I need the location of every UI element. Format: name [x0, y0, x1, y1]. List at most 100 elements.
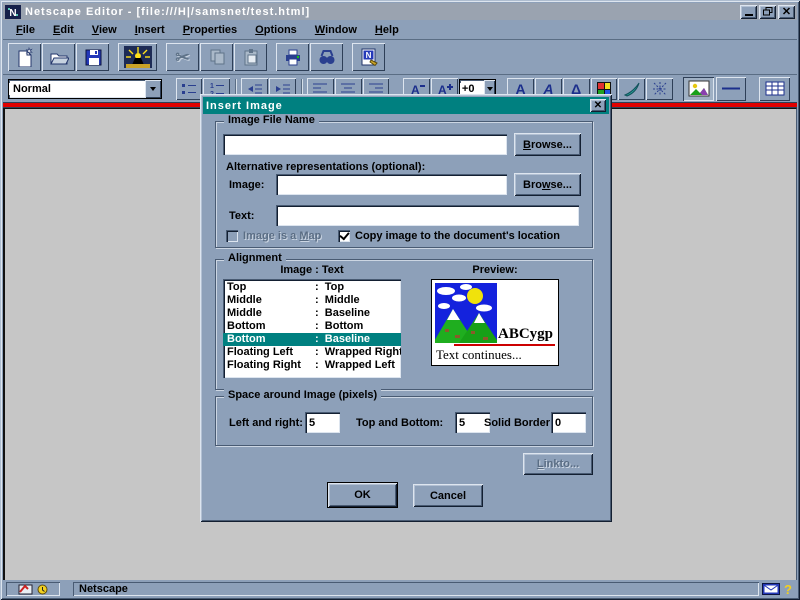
alignment-option[interactable]: Floating Right: Wrapped Left [223, 359, 401, 372]
alignment-option[interactable]: Top: Top [223, 281, 401, 294]
insert-horizontal-line-icon [720, 80, 742, 97]
space-legend: Space around Image (pixels) [224, 389, 381, 401]
status-doc-icon [18, 584, 33, 595]
bulleted-list-icon [180, 81, 198, 97]
restore-button[interactable] [759, 5, 776, 19]
menu-view[interactable]: View [83, 22, 126, 38]
window-titlebar: N Netscape Editor - [file:///H|/samsnet/… [3, 3, 797, 20]
alignment-listbox[interactable]: Top: Top Middle: Middle Middle: Baseline… [223, 279, 401, 378]
status-task-label: Netscape [79, 583, 128, 595]
cancel-button[interactable]: Cancel [413, 484, 483, 507]
paragraph-style-dropdown-button[interactable] [145, 80, 161, 98]
make-link-button[interactable] [618, 78, 645, 100]
insert-target-icon [651, 81, 669, 97]
alignment-legend: Alignment [224, 252, 286, 264]
insert-horizontal-line-button[interactable] [716, 77, 747, 101]
paragraph-style-combobox[interactable]: Normal [8, 79, 162, 99]
print-button[interactable] [276, 43, 309, 71]
solid-border-label: Solid Border: [484, 417, 554, 429]
find-binoculars-icon [317, 47, 337, 67]
alt-image-label: Image: [229, 179, 264, 191]
menu-properties[interactable]: Properties [174, 22, 246, 38]
status-clock-icon [36, 584, 49, 595]
copy-icon [207, 47, 227, 67]
image-map-checkbox[interactable]: Image is a Map [226, 230, 321, 242]
alignment-list-header: Image : Text [223, 264, 401, 276]
alignment-option[interactable]: Bottom: Bottom [223, 320, 401, 333]
alt-text-input[interactable] [276, 205, 579, 226]
minimize-icon [745, 14, 753, 16]
help-icon[interactable]: ? [784, 582, 792, 597]
menu-edit[interactable]: Edit [44, 22, 83, 38]
close-button[interactable]: ✕ [778, 5, 795, 19]
image-file-name-input[interactable] [223, 134, 507, 155]
paste-button[interactable] [234, 43, 267, 71]
menu-window[interactable]: Window [306, 22, 366, 38]
left-right-label: Left and right: [229, 417, 303, 429]
alignment-option[interactable]: Middle: Baseline [223, 307, 401, 320]
svg-text:N: N [365, 51, 371, 60]
bulleted-list-button[interactable] [176, 78, 203, 100]
alt-text-label: Text: [229, 210, 254, 222]
chevron-down-icon [487, 87, 493, 91]
restore-icon [763, 7, 773, 16]
save-button[interactable] [76, 43, 109, 71]
browse-button[interactable] [118, 43, 157, 71]
dialog-titlebar: Insert Image ✕ [203, 97, 609, 114]
font-size-value: +0 [460, 83, 484, 95]
paste-icon [241, 47, 261, 67]
browse-file-button[interactable]: Browse... [514, 133, 581, 156]
cut-button[interactable]: ✂ [166, 43, 199, 71]
menu-insert[interactable]: Insert [126, 22, 174, 38]
image-file-name-group: Image File Name Browse... Alternative re… [215, 121, 593, 248]
preview-baseline [454, 344, 555, 346]
open-file-button[interactable] [42, 43, 75, 71]
mail-icon[interactable] [762, 583, 780, 595]
find-button[interactable] [310, 43, 343, 71]
preview-sample-text: ABCygp [498, 326, 553, 343]
top-bottom-label: Top and Bottom: [356, 417, 443, 429]
alignment-option[interactable]: Middle: Middle [223, 294, 401, 307]
checkbox-box [338, 230, 350, 242]
alt-image-input[interactable] [276, 174, 507, 195]
close-icon: ✕ [782, 7, 791, 17]
alignment-option[interactable]: Bottom: Baseline [223, 333, 401, 346]
insert-table-button[interactable] [759, 77, 790, 101]
copy-button[interactable] [200, 43, 233, 71]
browse-alt-image-button[interactable]: Browse... [514, 173, 581, 196]
view-in-browser-button[interactable]: N [352, 43, 385, 71]
browse-lighthouse-icon [124, 46, 152, 68]
insert-target-button[interactable] [646, 78, 673, 100]
image-map-label: Image is a Map [243, 230, 321, 242]
insert-image-dialog: Insert Image ✕ Image File Name Browse...… [200, 94, 612, 522]
checkbox-box [226, 230, 238, 242]
menu-file[interactable]: File [7, 22, 44, 38]
dialog-title: Insert Image [206, 100, 283, 112]
insert-image-button[interactable] [683, 77, 714, 101]
open-file-icon [49, 47, 69, 67]
image-file-name-legend: Image File Name [224, 114, 319, 126]
close-icon: ✕ [594, 100, 602, 111]
solid-border-input[interactable] [551, 412, 586, 433]
ok-button[interactable]: OK [328, 483, 397, 507]
link-to-button[interactable]: Link to... [523, 453, 593, 475]
menu-help[interactable]: Help [366, 22, 408, 38]
minimize-button[interactable] [740, 5, 757, 19]
alt-representations-label: Alternative representations (optional): [226, 161, 425, 173]
menu-options[interactable]: Options [246, 22, 306, 38]
paragraph-style-value: Normal [9, 83, 145, 95]
dialog-close-button[interactable]: ✕ [590, 99, 606, 112]
new-document-button[interactable] [8, 43, 41, 71]
file-toolbar: ✂ N [3, 39, 797, 74]
make-link-quill-icon [623, 81, 641, 97]
copy-image-label: Copy image to the document's location [355, 230, 560, 242]
statusbar: Netscape ? [3, 580, 797, 597]
copy-image-checkbox[interactable]: Copy image to the document's location [338, 230, 560, 242]
status-task-button[interactable]: Netscape [73, 582, 759, 596]
alignment-option[interactable]: Floating Left: Wrapped Right [223, 346, 401, 359]
netscape-app-icon: N [5, 5, 21, 19]
insert-table-icon [764, 80, 786, 97]
preview-box: ABCygp Text continues... [431, 279, 559, 366]
left-right-input[interactable] [305, 412, 340, 433]
window-title: Netscape Editor - [file:///H|/samsnet/te… [25, 6, 310, 18]
